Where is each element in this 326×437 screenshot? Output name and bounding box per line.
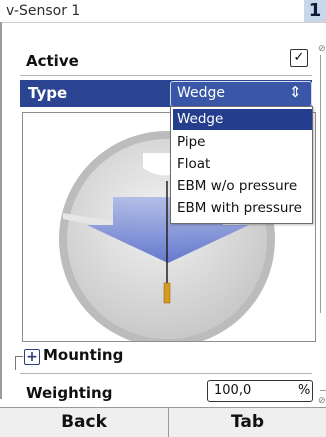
page-number-badge[interactable]: 1: [304, 0, 326, 22]
check-icon: ✓: [293, 50, 305, 65]
type-select-value: Wedge: [177, 85, 226, 101]
collapse-icon: ⊘: [318, 44, 326, 54]
weighting-unit: %: [298, 383, 311, 398]
type-dropdown-list[interactable]: Wedge Pipe Float EBM w/o pressure EBM wi…: [170, 106, 313, 224]
tree-connector: [15, 356, 23, 357]
expand-mounting-button[interactable]: +: [24, 349, 40, 365]
active-checkbox[interactable]: ✓: [290, 49, 308, 67]
right-frame-tick: [320, 390, 326, 391]
mounting-label[interactable]: Mounting: [43, 346, 123, 364]
left-frame-line: [0, 22, 2, 399]
back-button[interactable]: Back: [0, 407, 169, 437]
tree-connector-vertical: [15, 356, 16, 370]
dropdown-option[interactable]: Pipe: [173, 132, 312, 153]
right-frame-line: [320, 55, 321, 313]
collapse-icon: ⊘: [318, 396, 326, 406]
separator: [20, 75, 312, 76]
weighting-label: Weighting: [26, 384, 113, 402]
page-title: v-Sensor 1: [6, 3, 81, 19]
dropdown-option[interactable]: Float: [173, 154, 312, 175]
plus-icon: +: [26, 349, 38, 365]
dropdown-option[interactable]: EBM with pressure: [173, 198, 312, 219]
type-select[interactable]: Wedge ⇕: [170, 81, 312, 107]
active-label: Active: [26, 52, 79, 70]
weighting-input[interactable]: 100,0 %: [207, 380, 313, 402]
weighting-value: 100,0: [214, 383, 252, 398]
dropdown-option[interactable]: EBM w/o pressure: [173, 176, 312, 197]
tab-button[interactable]: Tab: [169, 407, 326, 437]
type-label: Type: [28, 84, 68, 102]
dropdown-option[interactable]: Wedge: [173, 109, 312, 130]
spinner-icon: ⇕: [289, 83, 302, 101]
separator: [20, 373, 312, 374]
